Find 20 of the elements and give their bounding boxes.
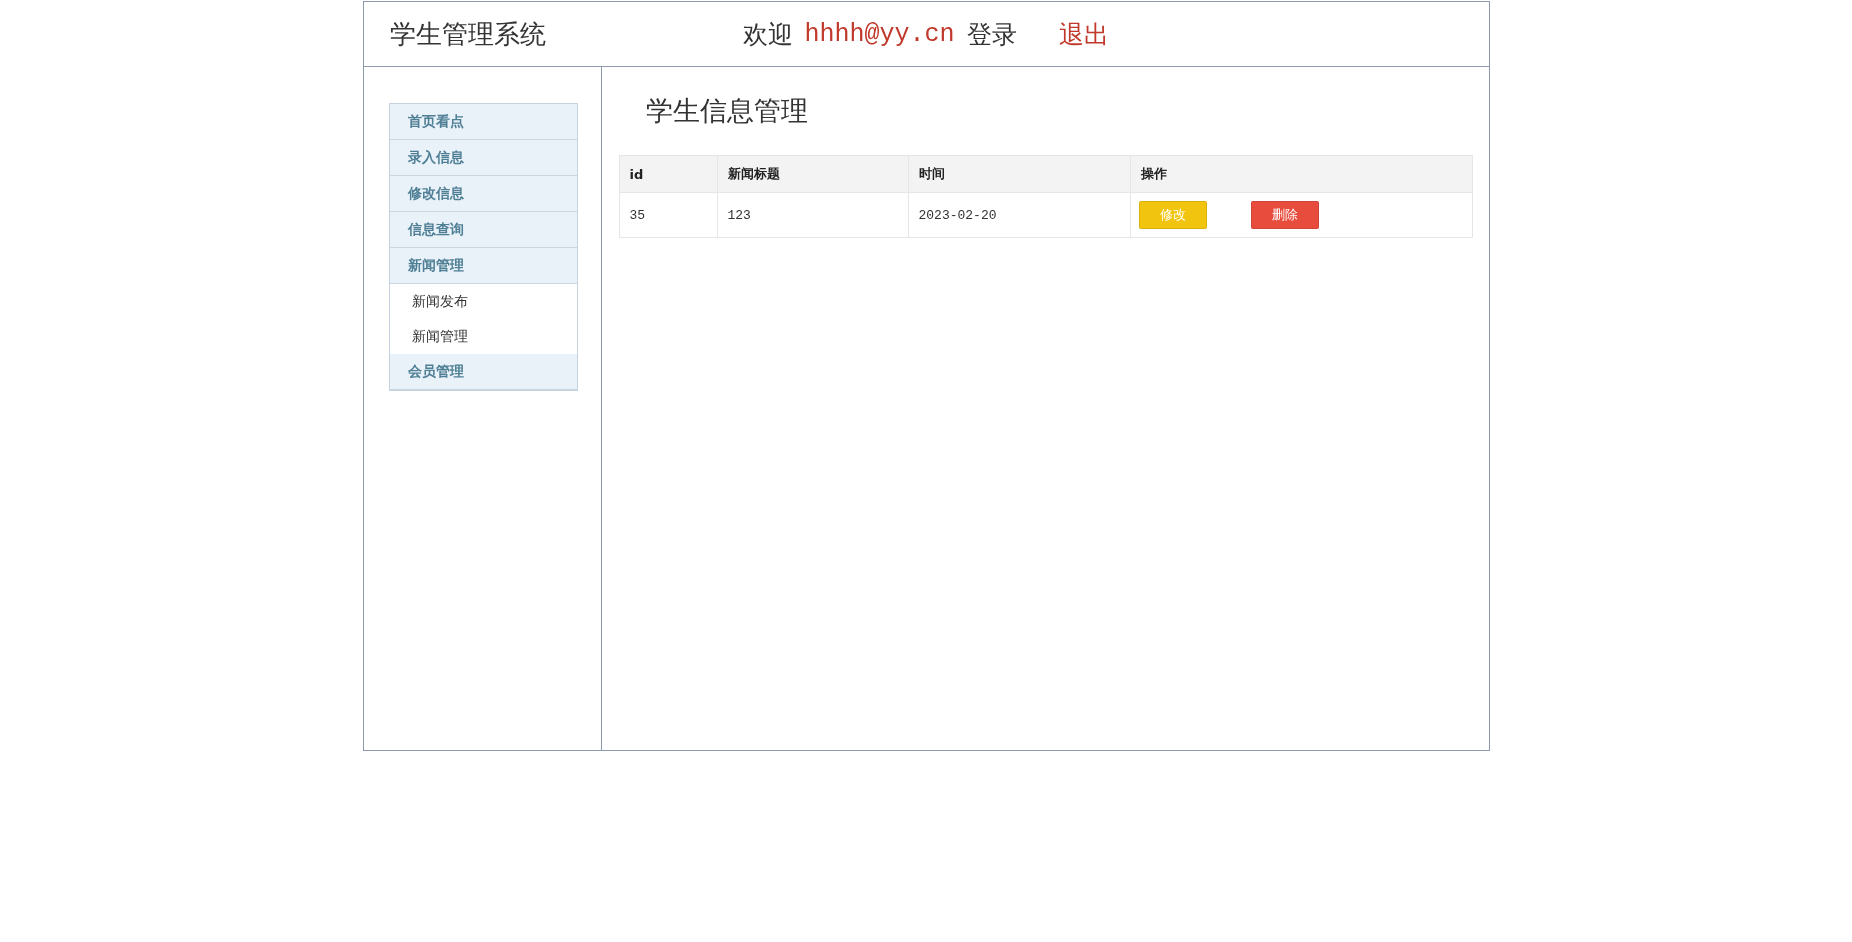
page-title: 学生信息管理 bbox=[645, 94, 809, 128]
menu-item[interactable]: 会员管理 bbox=[389, 354, 577, 390]
menu-item[interactable]: 新闻管理 bbox=[389, 248, 577, 284]
column-header: 新闻标题 bbox=[717, 155, 908, 193]
column-header: 操作 bbox=[1130, 155, 1472, 193]
table-cell: 35 bbox=[619, 192, 717, 238]
app-title: 学生管理系统 bbox=[389, 17, 547, 51]
table-cell: 2023-02-20 bbox=[908, 192, 1130, 238]
column-header: 时间 bbox=[908, 155, 1130, 193]
logout-link[interactable]: 退出 bbox=[1058, 17, 1109, 51]
delete-button[interactable]: 删除 bbox=[1250, 201, 1319, 229]
table-cell: 123 bbox=[717, 192, 908, 238]
user-email: hhhh@yy.cn bbox=[804, 19, 955, 49]
menu-item[interactable]: 修改信息 bbox=[389, 176, 577, 212]
welcome-text: 欢迎 bbox=[742, 18, 793, 51]
login-text: 登录 bbox=[966, 18, 1017, 51]
menu-item[interactable]: 首页看点 bbox=[389, 104, 577, 140]
menu-item[interactable]: 信息查询 bbox=[389, 212, 577, 248]
menu-item[interactable]: 录入信息 bbox=[389, 140, 577, 176]
column-header: id bbox=[619, 155, 717, 193]
